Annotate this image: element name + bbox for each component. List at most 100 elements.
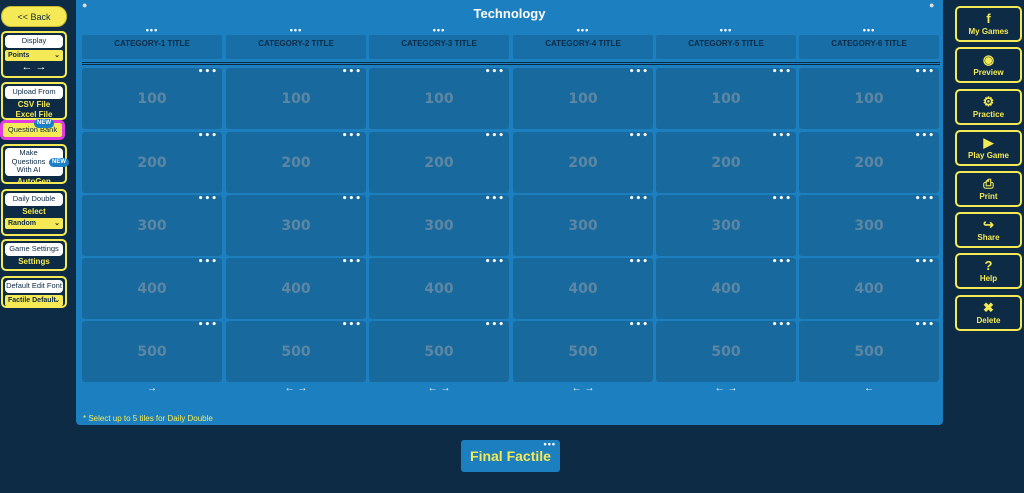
more-options-icon[interactable]: •••	[198, 321, 218, 330]
more-options-icon[interactable]: •••	[629, 68, 649, 77]
more-options-icon[interactable]: •••	[513, 26, 653, 35]
question-tile[interactable]: ••• 400	[369, 258, 509, 319]
question-tile[interactable]: ••• 100	[226, 68, 366, 129]
preview-button[interactable]: ◉ Preview	[955, 47, 1022, 83]
csv-file-button[interactable]: CSV File	[5, 99, 63, 111]
more-options-icon[interactable]: •••	[342, 68, 362, 77]
more-options-icon[interactable]: •••	[772, 132, 792, 141]
question-tile[interactable]: ••• 500	[226, 321, 366, 382]
more-options-icon[interactable]: •••	[198, 68, 218, 77]
more-options-icon[interactable]: •••	[629, 132, 649, 141]
question-tile[interactable]: ••• 100	[82, 68, 222, 129]
more-options-icon[interactable]: •••	[629, 321, 649, 330]
question-tile[interactable]: ••• 400	[226, 258, 366, 319]
question-tile[interactable]: ••• 200	[799, 132, 939, 193]
more-options-icon[interactable]: •••	[369, 26, 509, 35]
more-options-icon[interactable]: •••	[656, 26, 796, 35]
delete-button[interactable]: ✖ Delete	[955, 295, 1022, 331]
display-arrows[interactable]: ← →	[5, 61, 63, 73]
more-options-icon[interactable]: •••	[342, 195, 362, 204]
more-options-icon[interactable]: •••	[485, 195, 505, 204]
my-games-button[interactable]: f My Games	[955, 6, 1022, 42]
question-tile[interactable]: ••• 500	[513, 321, 653, 382]
column-move-arrows[interactable]: ← →	[369, 383, 509, 394]
column-move-arrows[interactable]: →	[82, 383, 222, 394]
daily-double-mode-select[interactable]: Random ⌄	[5, 217, 63, 229]
question-tile[interactable]: ••• 100	[513, 68, 653, 129]
question-tile[interactable]: ••• 300	[656, 195, 796, 256]
board-title[interactable]: Technology	[76, 6, 943, 21]
question-tile[interactable]: ••• 500	[369, 321, 509, 382]
autogen-button[interactable]: AutoGen	[5, 176, 63, 188]
question-tile[interactable]: ••• 300	[513, 195, 653, 256]
more-options-icon[interactable]: •••	[342, 132, 362, 141]
category-title-6[interactable]: ••• CATEGORY-6 TITLE	[799, 26, 939, 59]
question-tile[interactable]: ••• 200	[226, 132, 366, 193]
question-bank-button[interactable]: Question Bank NEW	[0, 119, 65, 140]
more-options-icon[interactable]: •••	[485, 132, 505, 141]
question-tile[interactable]: ••• 400	[82, 258, 222, 319]
more-options-icon[interactable]: •••	[915, 132, 935, 141]
display-select[interactable]: Points ⌄	[5, 49, 63, 61]
share-button[interactable]: ↪ Share	[955, 212, 1022, 248]
font-select[interactable]: Factile Default ⌄	[5, 294, 63, 306]
daily-double-select-button[interactable]: Select	[5, 206, 63, 218]
print-button[interactable]: ⎙ Print	[955, 171, 1022, 207]
more-options-icon[interactable]: •••	[82, 26, 222, 35]
category-title-1[interactable]: ••• CATEGORY-1 TITLE	[82, 26, 222, 59]
back-button[interactable]: << Back	[1, 6, 67, 27]
category-title-4[interactable]: ••• CATEGORY-4 TITLE	[513, 26, 653, 59]
category-title-3[interactable]: ••• CATEGORY-3 TITLE	[369, 26, 509, 59]
question-tile[interactable]: ••• 200	[656, 132, 796, 193]
question-tile[interactable]: ••• 200	[513, 132, 653, 193]
column-move-arrows[interactable]: ← →	[513, 383, 653, 394]
question-tile[interactable]: ••• 100	[799, 68, 939, 129]
more-options-icon[interactable]: •••	[772, 258, 792, 267]
question-tile[interactable]: ••• 300	[799, 195, 939, 256]
more-options-icon[interactable]: •••	[629, 258, 649, 267]
excel-file-button[interactable]: Excel File	[5, 110, 63, 119]
more-options-icon[interactable]: •••	[485, 321, 505, 330]
question-tile[interactable]: ••• 100	[656, 68, 796, 129]
question-tile[interactable]: ••• 300	[226, 195, 366, 256]
column-move-arrows[interactable]: ← →	[656, 383, 796, 394]
question-tile[interactable]: ••• 500	[656, 321, 796, 382]
more-options-icon[interactable]: •••	[915, 321, 935, 330]
play-game-button[interactable]: ▶ Play Game	[955, 130, 1022, 166]
more-options-icon[interactable]: •••	[772, 195, 792, 204]
question-tile[interactable]: ••• 200	[369, 132, 509, 193]
settings-button[interactable]: Settings	[5, 256, 63, 268]
more-options-icon[interactable]: •••	[772, 321, 792, 330]
category-title-2[interactable]: ••• CATEGORY-2 TITLE	[226, 26, 366, 59]
more-options-icon[interactable]: •••	[629, 195, 649, 204]
question-tile[interactable]: ••• 100	[369, 68, 509, 129]
question-tile[interactable]: ••• 500	[82, 321, 222, 382]
more-options-icon[interactable]: •••	[485, 258, 505, 267]
question-tile[interactable]: ••• 300	[369, 195, 509, 256]
more-options-icon[interactable]: •••	[772, 68, 792, 77]
more-options-icon[interactable]: •••	[915, 258, 935, 267]
practice-button[interactable]: ⚙ Practice	[955, 89, 1022, 125]
question-tile[interactable]: ••• 500	[799, 321, 939, 382]
help-button[interactable]: ? Help	[955, 253, 1022, 289]
column-move-arrows[interactable]: ←	[799, 383, 939, 394]
column-move-arrows[interactable]: ← →	[226, 383, 366, 394]
more-options-icon[interactable]: •••	[544, 440, 556, 449]
category-title-5[interactable]: ••• CATEGORY-5 TITLE	[656, 26, 796, 59]
more-options-icon[interactable]: •••	[198, 132, 218, 141]
more-options-icon[interactable]: •••	[799, 26, 939, 35]
question-tile[interactable]: ••• 400	[799, 258, 939, 319]
more-options-icon[interactable]: •••	[198, 258, 218, 267]
question-tile[interactable]: ••• 200	[82, 132, 222, 193]
more-options-icon[interactable]: •••	[342, 321, 362, 330]
more-options-icon[interactable]: •••	[226, 26, 366, 35]
question-tile[interactable]: ••• 400	[656, 258, 796, 319]
more-options-icon[interactable]: •••	[198, 195, 218, 204]
question-tile[interactable]: ••• 400	[513, 258, 653, 319]
more-options-icon[interactable]: •••	[915, 68, 935, 77]
more-options-icon[interactable]: •••	[915, 195, 935, 204]
more-options-icon[interactable]: •••	[485, 68, 505, 77]
more-options-icon[interactable]: •••	[342, 258, 362, 267]
question-tile[interactable]: ••• 300	[82, 195, 222, 256]
final-factile-button[interactable]: Final Factile •••	[461, 440, 560, 472]
